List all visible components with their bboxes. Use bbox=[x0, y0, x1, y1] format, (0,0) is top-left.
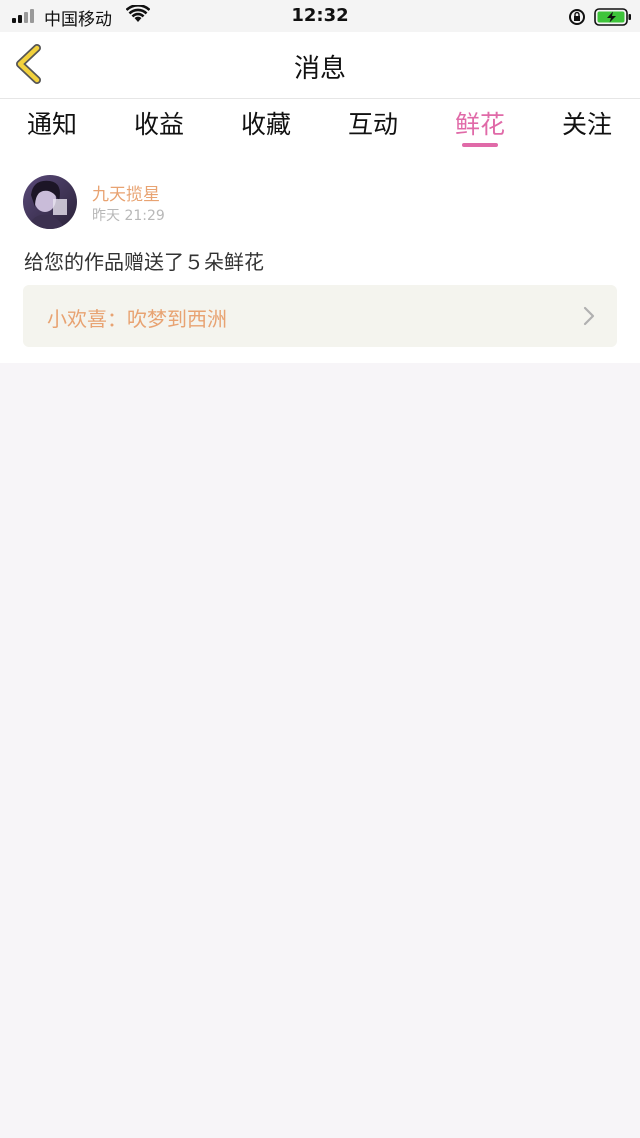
notification-message: 给您的作品赠送了５朵鲜花 bbox=[24, 250, 264, 274]
tab-label: 通知 bbox=[26, 110, 77, 139]
avatar[interactable] bbox=[23, 175, 77, 229]
battery-icon bbox=[594, 8, 631, 26]
work-title: 小欢喜：吹梦到西洲 bbox=[47, 307, 227, 331]
nav-bar: 消息 bbox=[0, 32, 640, 99]
notification-timestamp: 昨天 21:29 bbox=[92, 208, 165, 224]
tab-label: 收益 bbox=[133, 110, 184, 139]
active-tab-indicator bbox=[462, 143, 498, 147]
chevron-right-icon bbox=[583, 306, 595, 326]
status-bar: 中国移动 12:32 bbox=[0, 0, 640, 32]
tab-label: 鲜花 bbox=[454, 110, 505, 139]
tab-bar: 通知 收益 收藏 互动 鲜花 关注 bbox=[0, 99, 640, 155]
tab-following[interactable]: 关注 bbox=[542, 105, 632, 151]
page-title: 消息 bbox=[293, 54, 346, 84]
tab-label: 互动 bbox=[347, 110, 398, 139]
tab-label: 关注 bbox=[561, 110, 612, 139]
work-link[interactable]: 小欢喜：吹梦到西洲 bbox=[23, 285, 617, 347]
rotation-lock-icon bbox=[569, 9, 585, 25]
tab-favorites[interactable]: 收藏 bbox=[221, 105, 311, 151]
tab-interactions[interactable]: 互动 bbox=[328, 105, 418, 151]
tab-label: 收藏 bbox=[240, 110, 291, 139]
tab-notifications[interactable]: 通知 bbox=[7, 105, 97, 151]
tab-flowers[interactable]: 鲜花 bbox=[435, 105, 525, 151]
notification-card: 九天揽星 昨天 21:29 给您的作品赠送了５朵鲜花 小欢喜：吹梦到西洲 bbox=[0, 155, 640, 363]
sender-username[interactable]: 九天揽星 bbox=[92, 180, 160, 205]
tab-earnings[interactable]: 收益 bbox=[114, 105, 204, 151]
status-time: 12:32 bbox=[291, 5, 349, 26]
